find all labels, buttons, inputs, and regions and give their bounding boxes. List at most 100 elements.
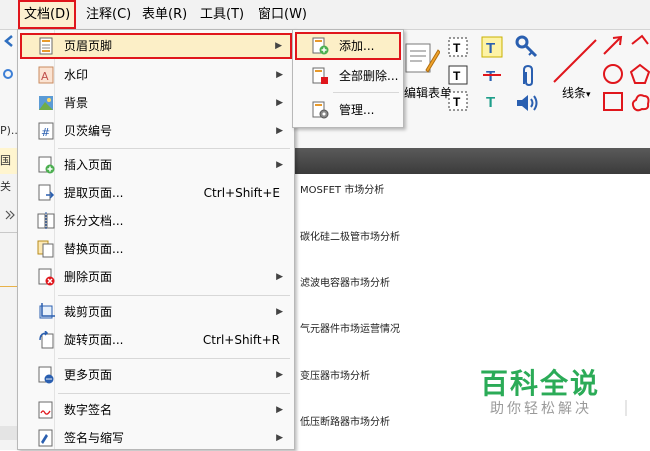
doc-line: 气元器件市场运营情况 bbox=[300, 324, 400, 335]
sound-icon[interactable] bbox=[514, 92, 540, 114]
ellipse-shape-icon[interactable] bbox=[600, 62, 626, 86]
edit-form-icon[interactable] bbox=[404, 40, 440, 76]
submenu-arrow-icon: ▶ bbox=[276, 98, 283, 108]
key-icon[interactable] bbox=[514, 34, 540, 60]
menu-item-insert-page[interactable]: 插入页面 ▶ bbox=[20, 152, 292, 178]
header-footer-submenu: 添加... 全部删除... 管理... bbox=[292, 29, 404, 128]
document-tab-bar bbox=[290, 148, 650, 174]
menu-separator bbox=[58, 393, 290, 394]
menu-item-more-pages[interactable]: 更多页面 ▶ bbox=[20, 362, 292, 388]
submenu-arrow-icon: ▶ bbox=[276, 272, 283, 282]
insert-page-icon bbox=[38, 156, 55, 174]
watermark-title: 百科全说 bbox=[480, 367, 601, 400]
search-icon[interactable] bbox=[2, 68, 16, 82]
doc-line: 滤波电容器市场分析 bbox=[300, 278, 390, 289]
svg-text:T: T bbox=[453, 69, 461, 83]
delete-page-icon bbox=[38, 268, 55, 286]
rectangle-shape-icon[interactable] bbox=[600, 90, 626, 114]
edit-form-label: 编辑表单 bbox=[404, 86, 453, 100]
cloud-shape-icon[interactable] bbox=[630, 90, 650, 114]
menu-item-extract-page[interactable]: 提取页面... Ctrl+Shift+E bbox=[20, 180, 292, 206]
menu-item-split-document[interactable]: 拆分文档... bbox=[20, 208, 292, 234]
line-tool-icon[interactable] bbox=[550, 36, 600, 86]
polygon-shape-icon[interactable] bbox=[630, 62, 650, 86]
strikeout-icon[interactable]: T bbox=[481, 64, 503, 86]
background-icon bbox=[39, 96, 53, 110]
menu-item-replace-page[interactable]: 替换页面... bbox=[20, 236, 292, 262]
digital-signature-icon bbox=[38, 401, 53, 419]
lines-label[interactable]: 线条▾ bbox=[562, 84, 591, 101]
crop-page-icon bbox=[39, 303, 55, 319]
menu-bar: 文档(D) 注释(C) 表单(R) 工具(T) 窗口(W) bbox=[0, 0, 650, 30]
menu-item-header-footer[interactable]: 页眉页脚 ▶ bbox=[20, 33, 292, 59]
arrow-shape-icon[interactable] bbox=[600, 34, 626, 58]
submenu-item-add[interactable]: 添加... bbox=[295, 32, 401, 60]
submenu-arrow-icon: ▶ bbox=[276, 70, 283, 80]
svg-text:A: A bbox=[41, 70, 49, 83]
back-arrow-icon[interactable] bbox=[2, 34, 16, 48]
underline-text-icon[interactable]: T bbox=[481, 90, 503, 112]
left-scroll-handle[interactable] bbox=[0, 426, 18, 440]
menu-item-delete-page[interactable]: 删除页面 ▶ bbox=[20, 264, 292, 290]
extract-page-icon bbox=[38, 184, 55, 201]
split-document-icon bbox=[37, 212, 55, 230]
menu-document[interactable]: 文档(D) bbox=[18, 0, 77, 29]
menu-comment[interactable]: 注释(C) bbox=[82, 0, 135, 29]
svg-text:T: T bbox=[486, 68, 495, 85]
collapse-chevron-icon[interactable] bbox=[4, 209, 16, 221]
page-scroll-indicator bbox=[625, 400, 627, 416]
svg-text:#: # bbox=[41, 126, 50, 139]
menu-item-rotate-page[interactable]: 旋转页面... Ctrl+Shift+R bbox=[20, 327, 292, 353]
typewriter-icon[interactable]: T bbox=[481, 36, 503, 58]
add-header-icon bbox=[312, 37, 329, 55]
menu-separator bbox=[58, 358, 290, 359]
document-dropdown-menu: 页眉页脚 ▶ A 水印 ▶ 背景 ▶ # 贝茨编号 ▶ 插入页面 ▶ 提取页面.… bbox=[17, 29, 295, 450]
shortcut-label: Ctrl+Shift+E bbox=[203, 186, 280, 200]
submenu-arrow-icon: ▶ bbox=[276, 307, 283, 317]
doc-line: 碳化硅二极管市场分析 bbox=[300, 232, 400, 243]
submenu-item-manage[interactable]: 管理... bbox=[295, 96, 401, 124]
svg-text:T: T bbox=[486, 94, 495, 111]
menu-tools[interactable]: 工具(T) bbox=[196, 0, 248, 29]
svg-text:T: T bbox=[453, 95, 461, 109]
submenu-item-delete-all[interactable]: 全部删除... bbox=[295, 62, 401, 90]
left-tab-fragment: 国关 bbox=[0, 148, 18, 193]
svg-text:T: T bbox=[486, 40, 495, 57]
doc-line: MOSFET 市场分析 bbox=[300, 185, 385, 196]
menu-window[interactable]: 窗口(W) bbox=[254, 0, 311, 29]
submenu-arrow-icon: ▶ bbox=[276, 433, 283, 443]
svg-text:T: T bbox=[453, 41, 461, 55]
menu-item-digital-signature[interactable]: 数字签名 ▶ bbox=[20, 397, 292, 423]
submenu-arrow-icon: ▶ bbox=[276, 160, 283, 170]
text-box-icon[interactable]: T bbox=[447, 64, 469, 86]
doc-line: 低压断路器市场分析 bbox=[300, 417, 390, 428]
attachment-icon[interactable] bbox=[518, 64, 538, 88]
manage-icon bbox=[312, 101, 329, 119]
menu-item-watermark[interactable]: A 水印 ▶ bbox=[20, 62, 292, 88]
rotate-page-icon bbox=[39, 331, 54, 349]
submenu-arrow-icon: ▶ bbox=[275, 41, 282, 51]
submenu-arrow-icon: ▶ bbox=[276, 126, 283, 136]
header-footer-icon bbox=[39, 37, 53, 55]
delete-all-icon bbox=[312, 67, 328, 84]
replace-page-icon bbox=[37, 240, 54, 258]
menu-item-crop-page[interactable]: 裁剪页面 ▶ bbox=[20, 299, 292, 325]
submenu-separator bbox=[333, 92, 399, 93]
watermark-subtitle: 助你轻松解决 bbox=[490, 401, 592, 417]
callout-text-icon[interactable]: T bbox=[447, 90, 469, 112]
menu-form[interactable]: 表单(R) bbox=[138, 0, 191, 29]
signature-initials-icon bbox=[38, 429, 53, 447]
doc-line: 变压器市场分析 bbox=[300, 371, 370, 382]
watermark-icon: A bbox=[38, 66, 54, 84]
polygon-line-icon[interactable] bbox=[630, 34, 650, 58]
menu-item-background[interactable]: 背景 ▶ bbox=[20, 90, 292, 116]
left-divider bbox=[0, 232, 18, 233]
menu-separator bbox=[58, 295, 290, 296]
bates-number-icon: # bbox=[38, 122, 54, 140]
submenu-arrow-icon: ▶ bbox=[276, 405, 283, 415]
text-field-icon[interactable]: T bbox=[447, 36, 469, 58]
menu-separator bbox=[58, 148, 290, 149]
menu-item-bates-number[interactable]: # 贝茨编号 ▶ bbox=[20, 118, 292, 144]
menu-item-signature-initials[interactable]: 签名与缩写 ▶ bbox=[20, 425, 292, 451]
shortcut-label: Ctrl+Shift+R bbox=[202, 333, 280, 347]
